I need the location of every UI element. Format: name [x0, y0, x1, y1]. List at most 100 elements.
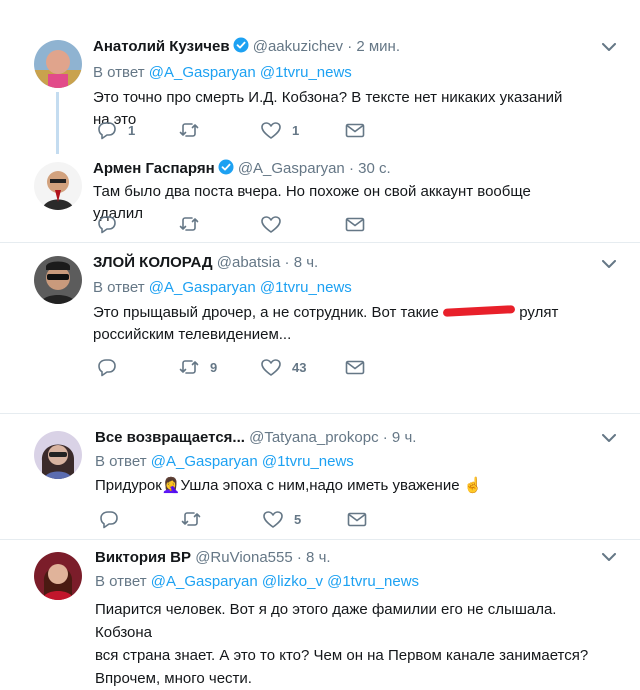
reply-button[interactable] — [96, 214, 118, 234]
reply-mentions[interactable]: @A_Gasparyan @1tvru_news — [151, 453, 354, 470]
tweet-text: Там было два поста вчера. Но похоже он с… — [93, 183, 531, 222]
reply-prefix: В ответ — [93, 279, 145, 296]
retweet-icon — [181, 512, 201, 526]
heart-icon — [261, 122, 281, 139]
timestamp[interactable]: · 2 мин. — [347, 38, 400, 55]
like-button[interactable]: 1 — [260, 120, 299, 140]
avatar-image — [34, 162, 82, 210]
like-button[interactable] — [260, 214, 282, 234]
tweet-text-part: Это прыщавый дрочер, а не сотрудник. Вот… — [93, 304, 439, 321]
reply-button[interactable] — [96, 357, 118, 377]
tweet-header: Все возвращается... @Tatyana_prokopc · 9… — [95, 429, 416, 446]
like-count: 5 — [294, 511, 302, 527]
reply-icon — [100, 511, 118, 529]
reply-context: В ответ @A_Gasparyan @1tvru_news — [95, 453, 354, 470]
retweet-icon — [179, 123, 199, 137]
chevron-down-icon[interactable] — [602, 43, 616, 53]
display-name[interactable]: Анатолий Кузичев — [93, 38, 230, 55]
tweet-text: Пиарится человек. Вот я до этого даже фа… — [95, 598, 615, 690]
avatar[interactable] — [34, 256, 82, 304]
tweet-text: Придурок🤦‍♀️Ушла эпоха с ним,надо иметь … — [95, 477, 483, 494]
tweet-text-line: Впрочем, много чести. — [95, 670, 252, 687]
reply-context: В ответ @A_Gasparyan @1tvru_news — [93, 64, 352, 81]
direct-message-button[interactable] — [344, 214, 366, 234]
tweet-a-gasparyan[interactable]: Армен Гаспарян @A_Gasparyan · 30 с. Там … — [0, 150, 640, 242]
retweet-button[interactable] — [180, 509, 202, 529]
avatar-image — [34, 40, 82, 88]
tweet-text: Это прыщавый дрочер, а не сотрудник. Вот… — [93, 302, 593, 346]
direct-message-button[interactable] — [344, 357, 366, 377]
avatar-image — [34, 552, 82, 600]
avatar-image — [34, 431, 82, 479]
tweet-header: ЗЛОЙ КОЛОРАД @abatsia · 8 ч. — [93, 254, 318, 271]
reply-prefix: В ответ — [93, 64, 145, 81]
like-button[interactable]: 5 — [262, 509, 301, 529]
timestamp[interactable]: · 8 ч. — [297, 549, 331, 566]
tweet-header: Анатолий Кузичев @aakuzichev · 2 мин. — [93, 37, 400, 55]
reply-context: В ответ @A_Gasparyan @1tvru_news — [93, 279, 352, 296]
avatar[interactable] — [34, 431, 82, 479]
retweet-count: 9 — [210, 359, 218, 375]
chevron-down-icon[interactable] — [602, 260, 616, 270]
timestamp[interactable]: · 8 ч. — [285, 254, 319, 271]
display-name[interactable]: Армен Гаспарян — [93, 160, 215, 177]
handle[interactable]: @RuViona555 — [195, 549, 293, 566]
tweet-ruviona555[interactable]: Виктория ВР @RuViona555 · 8 ч. В ответ @… — [0, 540, 640, 687]
heart-icon — [261, 359, 281, 376]
tweet-text-line: российским телевидением... — [93, 326, 292, 343]
reply-count: 1 — [128, 122, 136, 138]
retweet-button[interactable] — [178, 214, 200, 234]
tweet-text-part: рулят — [519, 304, 559, 321]
envelope-icon — [345, 217, 365, 232]
handle[interactable]: @Tatyana_prokopc — [249, 429, 378, 446]
tweet-aakuzichev[interactable]: Анатолий Кузичев @aakuzichev · 2 мин. В … — [0, 0, 640, 154]
reply-button[interactable]: 1 — [96, 120, 135, 140]
tweet-tatyana-prokopc[interactable]: Все возвращается... @Tatyana_prokopc · 9… — [0, 414, 640, 539]
reply-button[interactable] — [98, 509, 120, 529]
tweet-text: Это точно про смерть И.Д. Кобзона? В тек… — [93, 89, 563, 128]
direct-message-button[interactable] — [344, 120, 366, 140]
display-name[interactable]: Все возвращается... — [95, 429, 245, 446]
reply-mentions[interactable]: @A_Gasparyan @1tvru_news — [149, 64, 352, 81]
envelope-icon — [345, 123, 365, 138]
reply-prefix: В ответ — [95, 573, 147, 590]
display-name[interactable]: ЗЛОЙ КОЛОРАД — [93, 254, 213, 271]
avatar-image — [34, 256, 82, 304]
tweet-header: Армен Гаспарян @A_Gasparyan · 30 с. — [93, 159, 391, 177]
reply-mentions[interactable]: @A_Gasparyan @lizko_v @1tvru_news — [151, 573, 419, 590]
reply-icon — [98, 122, 116, 140]
verified-badge-icon — [217, 159, 234, 175]
chevron-down-icon[interactable] — [602, 553, 616, 563]
avatar[interactable] — [34, 162, 82, 210]
avatar[interactable] — [34, 552, 82, 600]
display-name[interactable]: Виктория ВР — [95, 549, 191, 566]
reply-icon — [98, 359, 116, 377]
retweet-button[interactable]: 9 — [178, 357, 217, 377]
heart-icon — [261, 216, 281, 233]
handle[interactable]: @A_Gasparyan — [238, 160, 345, 177]
chevron-down-icon[interactable] — [602, 434, 616, 444]
timestamp[interactable]: · 9 ч. — [383, 429, 417, 446]
retweet-icon — [179, 217, 199, 231]
timestamp[interactable]: · 30 с. — [349, 160, 391, 177]
reply-prefix: В ответ — [95, 453, 147, 470]
retweet-icon — [179, 360, 199, 374]
retweet-button[interactable] — [178, 120, 210, 140]
reply-mentions[interactable]: @A_Gasparyan @1tvru_news — [149, 279, 352, 296]
tweet-abatsia[interactable]: ЗЛОЙ КОЛОРАД @abatsia · 8 ч. В ответ @A_… — [0, 243, 640, 413]
thread-line — [56, 92, 59, 154]
direct-message-button[interactable] — [346, 509, 368, 529]
like-count: 43 — [292, 359, 307, 375]
handle[interactable]: @aakuzichev — [253, 38, 343, 55]
tweet-header: Виктория ВР @RuViona555 · 8 ч. — [95, 549, 331, 566]
reply-icon — [98, 216, 116, 234]
envelope-icon — [345, 360, 365, 375]
handle[interactable]: @abatsia — [217, 254, 281, 271]
avatar[interactable] — [34, 40, 82, 88]
heart-icon — [263, 511, 283, 528]
verified-badge-icon — [232, 37, 249, 53]
reply-context: В ответ @A_Gasparyan @lizko_v @1tvru_new… — [95, 573, 419, 590]
redaction-scribble — [442, 305, 516, 317]
envelope-icon — [347, 512, 367, 527]
like-button[interactable]: 43 — [260, 357, 306, 377]
